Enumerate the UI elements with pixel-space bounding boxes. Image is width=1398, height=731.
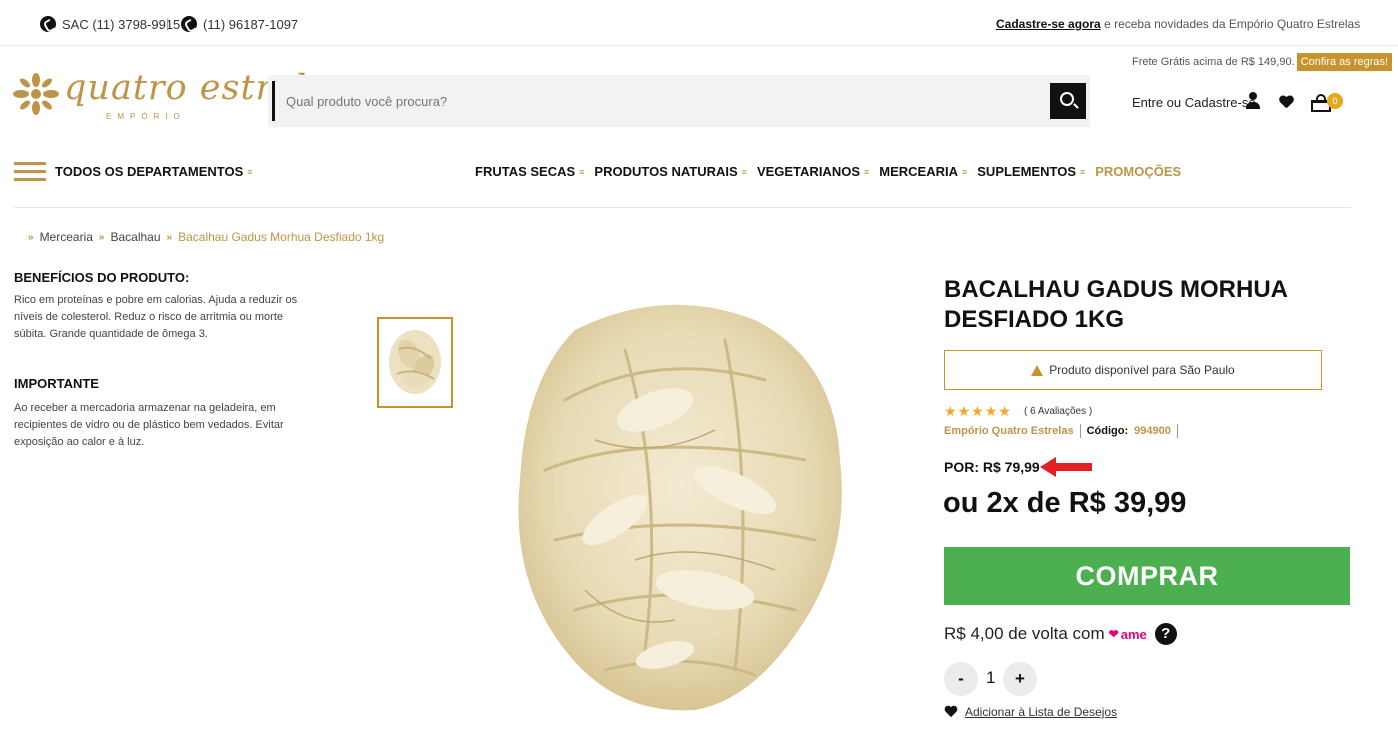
brand-code-line: Empório Quatro Estrelas Código: 994900	[944, 424, 1178, 438]
reviews-count[interactable]: ( 6 Avaliações )	[1024, 406, 1092, 417]
red-arrow-icon	[1040, 457, 1092, 477]
buy-button[interactable]: COMPRAR	[944, 547, 1350, 605]
breadcrumb-current: Bacalhau Gadus Morhua Desfiado 1kg	[178, 230, 385, 244]
add-to-wishlist[interactable]: Adicionar à Lista de Desejos	[944, 705, 1117, 719]
important-text: Ao receber a mercadoria armazenar na gel…	[14, 402, 284, 448]
login-link[interactable]: Entre ou Cadastre-se	[1132, 95, 1256, 110]
divider	[1079, 424, 1081, 438]
signup-promo: Cadastre-se agora e receba novidades da …	[996, 17, 1360, 31]
signup-text: e receba novidades da Empório Quatro Est…	[1104, 17, 1361, 31]
important-title: IMPORTANTE	[14, 376, 99, 391]
chevron-down-icon: ≡	[741, 167, 747, 177]
product-thumbnail[interactable]	[377, 317, 453, 408]
search-button[interactable]	[1050, 83, 1086, 119]
whatsapp-contact[interactable]: (11) 96187-1097	[181, 16, 298, 32]
ame-heart-icon: ❤	[1108, 627, 1119, 641]
brand-link[interactable]: Empório Quatro Estrelas	[944, 425, 1074, 437]
chevron-down-icon: ≡	[247, 167, 253, 177]
chevron-down-icon: ≡	[1079, 167, 1086, 177]
wishlist-label: Adicionar à Lista de Desejos	[965, 705, 1118, 719]
nav-item-produtos-naturais[interactable]: PRODUTOS NATURAIS ≡	[594, 164, 747, 179]
availability-text: Produto disponível para São Paulo	[1049, 363, 1235, 377]
availability-box: Produto disponível para São Paulo	[944, 350, 1322, 390]
search-accent	[272, 81, 275, 121]
breadcrumb-arrow-icon: »	[28, 231, 34, 243]
sac-contact[interactable]: SAC (11) 3798-9915	[40, 16, 180, 32]
chevron-down-icon: ≡	[962, 167, 968, 177]
chevron-down-icon: ≡	[864, 167, 870, 177]
benefits-text: Rico em proteínas e pobre em calorias. A…	[14, 294, 298, 340]
all-departments-menu[interactable]: TODOS OS DEPARTAMENTOS ≡	[55, 164, 253, 179]
nav-divider	[14, 207, 1351, 208]
quantity-value[interactable]: 1	[986, 668, 995, 688]
code-label: Código:	[1086, 425, 1129, 437]
cashback-text: R$ 4,00 de volta com	[944, 624, 1105, 643]
breadcrumb-mercearia[interactable]: Mercearia	[40, 230, 93, 244]
nav-item-mercearia[interactable]: MERCEARIA ≡	[879, 164, 967, 179]
cashback-line: R$ 4,00 de volta com ❤ ame ?	[944, 623, 1177, 645]
breadcrumb: » Mercearia » Bacalhau » Bacalhau Gadus …	[28, 230, 384, 244]
star-icon: ★	[971, 403, 985, 419]
divider	[1176, 424, 1178, 438]
product-code: 994900	[1134, 425, 1171, 437]
menu-hamburger-icon[interactable]	[14, 162, 46, 182]
logo-subtitle: EMPÓRIO	[106, 112, 186, 121]
sac-phone: SAC (11) 3798-9915	[62, 16, 181, 32]
wishlist-heart-icon[interactable]	[1279, 96, 1293, 110]
installments: ou 2x de R$ 39,99	[943, 487, 1187, 519]
main-nav: FRUTAS SECAS ≡ PRODUTOS NATURAIS ≡ VEGETAR…	[475, 164, 1181, 179]
shipping-rules-link[interactable]: Confira as regras!	[1296, 53, 1393, 71]
warning-icon	[1031, 364, 1044, 376]
nav-item-suplementos[interactable]: SUPLEMENTOS ≡	[977, 164, 1085, 179]
nav-item-promocoes[interactable]: PROMOÇÕES	[1095, 164, 1181, 179]
cart-count-badge: 0	[1327, 93, 1343, 109]
star-icon: ★	[957, 403, 972, 419]
free-shipping-text: Frete Grátis acima de R$ 149,90.	[1132, 56, 1295, 68]
search-icon	[1060, 92, 1074, 106]
search-bar	[268, 75, 1090, 127]
chevron-down-icon: ≡	[579, 167, 585, 177]
signup-link[interactable]: Cadastre-se agora	[996, 17, 1101, 31]
star-icon: ★	[944, 403, 958, 419]
breadcrumb-arrow-icon: »	[98, 231, 105, 243]
product-title: BACALHAU GADUS MORHUA DESFIADO 1KG	[944, 276, 1288, 333]
price: POR: R$ 79,99	[944, 459, 1040, 475]
quantity-decrease-button[interactable]: -	[944, 662, 978, 696]
user-icon[interactable]	[1246, 92, 1260, 110]
free-shipping-notice: Frete Grátis acima de R$ 149,90. Confira…	[1132, 53, 1393, 71]
breadcrumb-bacalhau[interactable]: Bacalhau	[110, 230, 160, 244]
product-image	[518, 304, 842, 711]
contact-separator: |	[166, 16, 170, 31]
all-departments-label: TODOS OS DEPARTAMENTOS	[55, 164, 244, 179]
rating-stars[interactable]: ★★★★★	[944, 403, 1012, 420]
nav-item-frutas-secas[interactable]: FRUTAS SECAS ≡	[475, 164, 584, 179]
search-input[interactable]	[286, 93, 1026, 109]
ame-logo: ❤ ame	[1108, 626, 1147, 642]
help-icon[interactable]: ?	[1154, 623, 1177, 645]
breadcrumb-arrow-icon: »	[166, 231, 173, 243]
benefits-title: BENEFÍCIOS DO PRODUTO:	[14, 270, 190, 285]
phone-icon	[40, 16, 56, 32]
star-icon: ★	[998, 403, 1012, 419]
star-icon: ★	[984, 403, 999, 419]
nav-item-vegetarianos[interactable]: VEGETARIANOS ≡	[757, 164, 869, 179]
quantity-increase-button[interactable]: +	[1003, 662, 1037, 696]
whatsapp-phone: (11) 96187-1097	[203, 16, 299, 32]
heart-icon	[944, 706, 958, 719]
logo-ornament-icon[interactable]	[12, 72, 60, 116]
whatsapp-icon	[181, 16, 197, 32]
